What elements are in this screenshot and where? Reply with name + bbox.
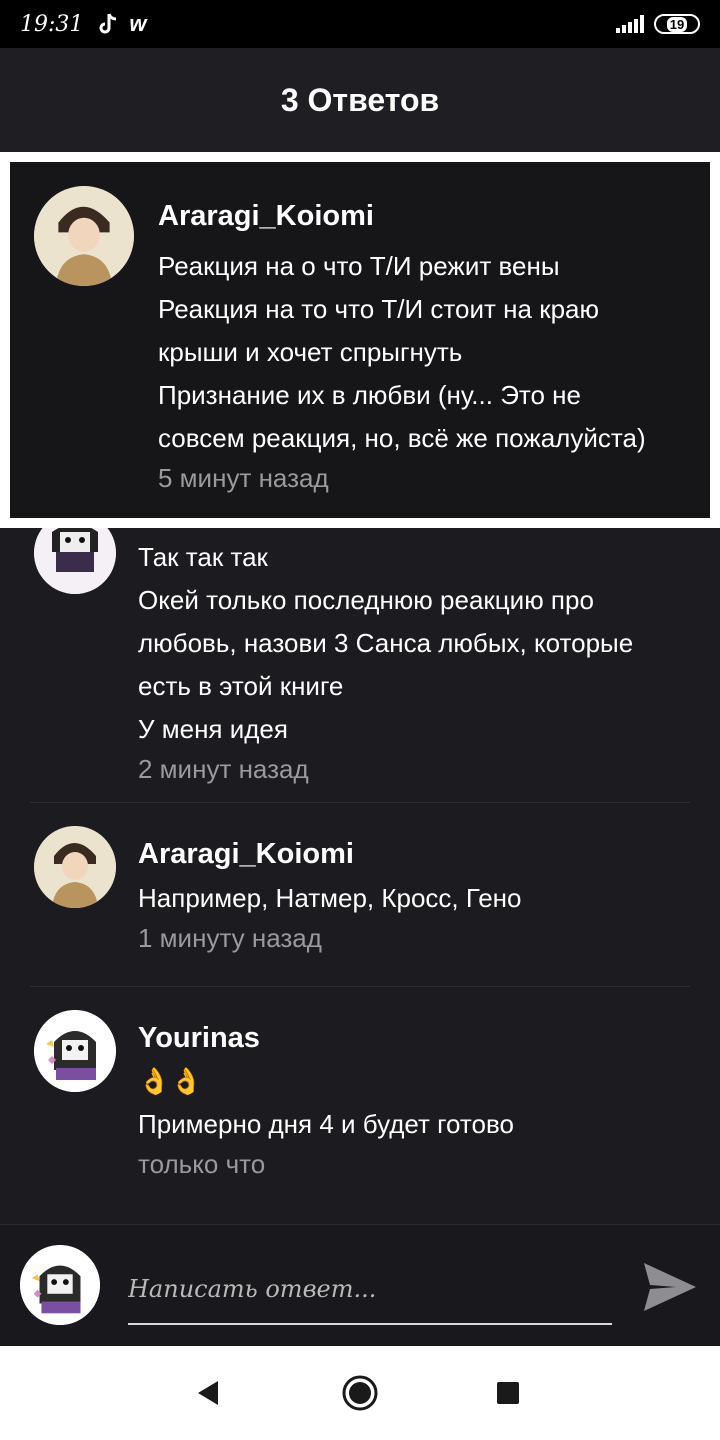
comment-line: крыши и хочет спрыгнуть xyxy=(158,337,463,367)
send-icon[interactable] xyxy=(638,1255,702,1319)
reply-time: 2 минут назад xyxy=(138,754,309,784)
tiktok-icon xyxy=(99,13,117,34)
reply-line: Так так так xyxy=(138,542,268,572)
author-name[interactable]: Araragi_Koiomi xyxy=(158,200,703,233)
comment-body: Araragi_Koiomi Реакция на о что Т/И режи… xyxy=(158,200,703,496)
reply-emoji: 👌👌 xyxy=(138,1066,203,1096)
signal-icon xyxy=(616,15,644,33)
reply-text: Например, Натмер, Кросс, Гено xyxy=(138,883,522,913)
battery-level: 19 xyxy=(666,16,688,32)
reply-item[interactable]: Araragi_Koiomi Например, Натмер, Кросс, … xyxy=(10,804,710,986)
comment-text: Реакция на о что Т/И режит вены Реакция … xyxy=(158,245,703,460)
comment-line: Признание их в любви (ну... Это не xyxy=(158,380,581,410)
avatar[interactable] xyxy=(34,826,116,908)
page-title: 3 Ответов xyxy=(280,81,440,118)
reply-input[interactable] xyxy=(128,1255,612,1325)
reply-body: Yourinas 👌👌 Примерно дня 4 и будет готов… xyxy=(138,1022,698,1182)
highlighted-comment-card: Araragi_Koiomi Реакция на о что Т/И режи… xyxy=(10,162,710,518)
reply-line: Окей только последнюю реакцию про xyxy=(138,585,594,615)
reply-line: есть в этой книге xyxy=(138,671,344,701)
reply-line: У меня идея xyxy=(138,714,288,744)
avatar-image xyxy=(34,826,116,908)
comment-time: 5 минут назад xyxy=(158,463,329,493)
reply-time: 1 минуту назад xyxy=(138,923,322,953)
header: 3 Ответов xyxy=(0,48,720,152)
wattpad-icon: w xyxy=(129,11,147,36)
comment-line: Реакция на то что Т/И стоит на краю xyxy=(158,294,599,324)
divider xyxy=(30,802,690,803)
status-indicators: 19 xyxy=(616,14,700,34)
author-name[interactable]: Yourinas xyxy=(138,1022,698,1055)
comment-line: Реакция на о что Т/И режит вены xyxy=(158,251,560,281)
avatar-image xyxy=(34,1010,116,1092)
status-bar: 19:31 w 19 xyxy=(0,0,720,48)
reply-time: только что xyxy=(138,1149,266,1179)
reply-bar xyxy=(0,1224,720,1346)
reply-text: Примерно дня 4 и будет готово xyxy=(138,1109,514,1139)
reply-body: Araragi_Koiomi Например, Натмер, Кросс, … xyxy=(138,838,698,956)
my-avatar[interactable] xyxy=(20,1245,100,1325)
highlighted-comment[interactable]: Araragi_Koiomi Реакция на о что Т/И режи… xyxy=(0,152,720,528)
back-icon[interactable] xyxy=(194,1379,222,1407)
comment-line: совсем реакция, но, всё же пожалуйста) xyxy=(158,423,646,453)
divider xyxy=(30,986,690,987)
battery-icon: 19 xyxy=(654,14,700,34)
status-time: 19:31 xyxy=(20,11,84,37)
home-icon[interactable] xyxy=(341,1374,379,1412)
reply-body: Так так так Окей только последнюю реакци… xyxy=(138,536,698,787)
avatar[interactable] xyxy=(34,1010,116,1092)
recents-icon[interactable] xyxy=(496,1381,520,1405)
reply-text: Так так так Окей только последнюю реакци… xyxy=(138,536,698,751)
reply-line: любовь, назови 3 Санса любых, которые xyxy=(138,628,634,658)
author-name[interactable]: Araragi_Koiomi xyxy=(138,838,698,871)
system-nav-bar xyxy=(0,1346,720,1440)
avatar-image xyxy=(34,186,134,286)
reply-item[interactable]: Yourinas 👌👌 Примерно дня 4 и будет готов… xyxy=(10,988,710,1214)
avatar-image xyxy=(20,1245,100,1325)
avatar[interactable] xyxy=(34,186,134,286)
